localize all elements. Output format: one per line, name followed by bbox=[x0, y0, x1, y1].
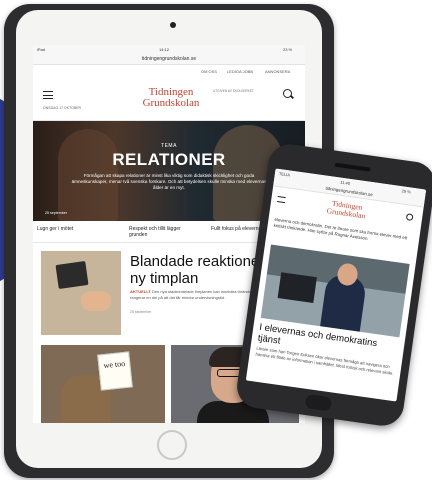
camera-icon bbox=[170, 22, 176, 28]
top-nav: OM OSS LEDIGA JOBB ANNONSERA bbox=[33, 65, 305, 77]
search-icon[interactable] bbox=[283, 89, 292, 98]
phone-article-image[interactable] bbox=[260, 244, 410, 338]
status-battery: 23 % bbox=[283, 47, 293, 52]
status-time: 14:12 bbox=[159, 47, 170, 52]
photo-scene: iPad 14:12 23 % tidningengrundskolan.se … bbox=[0, 0, 432, 480]
related-link[interactable]: Lugn ger i mötet bbox=[37, 226, 107, 232]
nav-annonsera[interactable]: ANNONSERA bbox=[265, 69, 290, 74]
menu-icon[interactable] bbox=[43, 91, 53, 99]
article-date: 25 september bbox=[130, 310, 152, 314]
hero-title: RELATIONER bbox=[112, 150, 226, 169]
phone-screen: TELIA 11:40 29 % tidningengrundskolan.se… bbox=[245, 168, 427, 402]
menu-icon[interactable] bbox=[276, 196, 286, 204]
image-monitor-shape bbox=[277, 272, 317, 304]
date-line: ONSDAG 17 OKTOBER bbox=[43, 106, 82, 110]
search-icon[interactable] bbox=[405, 213, 414, 222]
tablet-status-bar: iPad 14:12 23 % bbox=[33, 45, 305, 54]
nav-om-oss[interactable]: OM OSS bbox=[201, 69, 217, 74]
hero-description: Förmågan att skapa relationer är minst l… bbox=[71, 173, 267, 190]
site-logo[interactable]: Tidningen Grundskolan bbox=[314, 197, 380, 222]
article-kicker-label: AKTUELLT bbox=[130, 289, 151, 294]
nav-lediga-jobb[interactable]: LEDIGA JOBB bbox=[227, 69, 253, 74]
home-button[interactable] bbox=[157, 430, 187, 460]
article-thumbnail[interactable]: we too bbox=[41, 345, 165, 423]
site-logo[interactable]: Tidningen Grundskolan bbox=[136, 87, 206, 109]
logo-line2: Grundskolan bbox=[142, 97, 200, 109]
article-image[interactable] bbox=[41, 251, 121, 335]
image-tablet-shape bbox=[55, 261, 89, 289]
status-carrier: iPad bbox=[37, 47, 46, 52]
tagline: UTGIVEN AV SKOLVERKET bbox=[213, 89, 254, 93]
image-note-card: we too bbox=[97, 351, 133, 391]
masthead: Tidningen Grundskolan UTGIVEN AV SKOLVER… bbox=[33, 77, 305, 121]
url-bar[interactable]: tidningengrundskolan.se bbox=[33, 54, 305, 65]
url-text: tidningengrundskolan.se bbox=[141, 56, 197, 62]
hero-tag: TEMA bbox=[161, 143, 177, 149]
image-hand-shape bbox=[81, 291, 111, 311]
related-link[interactable]: Respekt och tillit lägger grunden bbox=[129, 226, 199, 238]
hero-date: 25 september bbox=[45, 211, 67, 215]
